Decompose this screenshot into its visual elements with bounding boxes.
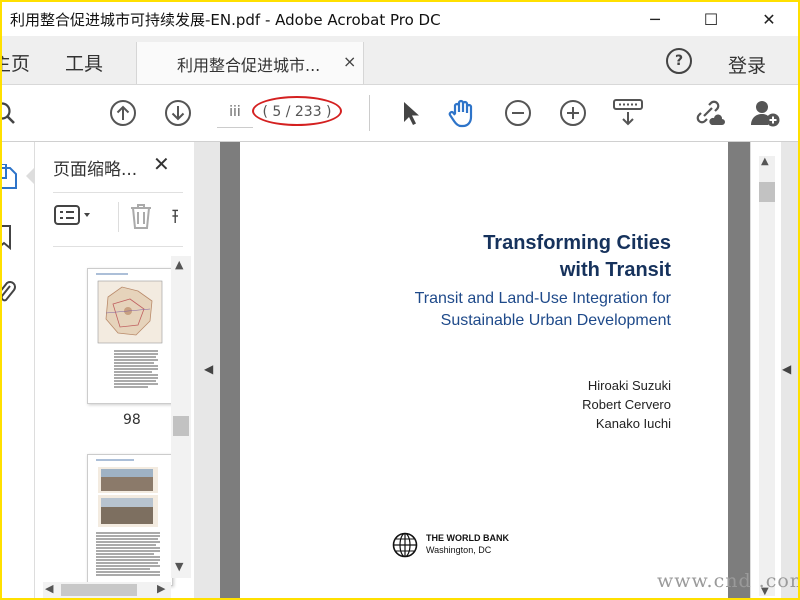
thumbnail-options-button[interactable] [53, 200, 93, 232]
zoom-out-icon [505, 100, 531, 126]
world-bank-logo [392, 532, 418, 562]
more-tools-icon [172, 209, 178, 223]
delete-pages-button[interactable] [128, 200, 154, 232]
tab-bar: 主页 工具 利用整合促进城市... × ? 登录 [2, 36, 798, 85]
collapse-left-panel-icon[interactable]: ◀ [204, 362, 213, 376]
page-count-highlight [252, 96, 342, 126]
thumbnail-panel: 页面缩略... ✕ 98 ▲ ▼ ◀ ▶ [35, 142, 193, 598]
maximize-icon: ☐ [703, 9, 719, 29]
publisher-name: THE WORLD BANK [426, 533, 509, 543]
close-tab-icon[interactable]: × [343, 52, 356, 71]
options-list-icon [54, 205, 90, 225]
select-cursor-icon [404, 102, 419, 125]
publisher-city: Washington, DC [426, 545, 492, 555]
close-icon: ✕ [762, 9, 776, 29]
window-title: 利用整合促进城市可持续发展-EN.pdf - Adobe Acrobat Pro… [10, 11, 441, 29]
horizontal-scroll-thumb[interactable] [61, 584, 137, 596]
thumbnail-page-preview [96, 459, 160, 576]
document-title-line1: Transforming Cities [483, 232, 671, 254]
zoom-in-button[interactable] [557, 97, 589, 129]
watermark: www.cnd .com [657, 570, 798, 592]
add-user-icon [751, 101, 780, 127]
thumbnail-horizontal-scrollbar[interactable]: ◀ ▶ [43, 582, 171, 598]
page-thumbnails-nav-button[interactable] [2, 163, 18, 194]
scroll-right-arrow-icon[interactable]: ▶ [157, 582, 165, 595]
zoom-in-icon [560, 100, 586, 126]
search-button[interactable] [2, 97, 20, 129]
help-icon: ? [674, 53, 684, 69]
page-thumbnail[interactable] [87, 268, 173, 404]
close-panel-icon[interactable]: ✕ [153, 152, 170, 176]
page-up-button[interactable] [107, 97, 139, 129]
tab-document[interactable]: 利用整合促进城市... × [136, 42, 364, 84]
navigation-strip [2, 142, 35, 598]
page-down-icon [165, 100, 191, 126]
toolbar-divider [369, 95, 370, 131]
thumbnail-vertical-scrollbar[interactable]: ▲ ▼ [171, 256, 191, 578]
scroll-down-arrow-icon[interactable]: ▼ [175, 560, 183, 573]
scroll-up-arrow-icon[interactable]: ▲ [175, 258, 183, 271]
bookmark-icon [2, 225, 11, 251]
toolbar: iii ( 5 / 233 ) [2, 85, 798, 142]
bookmarks-nav-button[interactable] [2, 224, 14, 254]
zoom-out-button[interactable] [502, 97, 534, 129]
minimize-button[interactable]: ─ [632, 2, 678, 36]
close-window-button[interactable]: ✕ [746, 2, 792, 36]
tab-tools[interactable]: 工具 [65, 49, 103, 76]
scroll-mode-button[interactable] [612, 97, 644, 129]
scroll-track[interactable] [759, 156, 775, 596]
document-subtitle-line2: Sustainable Urban Development [440, 312, 671, 329]
tab-home[interactable]: 主页 [2, 49, 30, 76]
document-subtitle-line1: Transit and Land-Use Integration for [414, 290, 671, 307]
document-viewer: ◀ Transforming Cities with Transit Trans… [194, 142, 798, 598]
thumbnail-page-preview [96, 273, 163, 388]
document-title-line2: with Transit [559, 259, 671, 281]
panel-divider-2 [53, 246, 183, 247]
acrobat-window: 利用整合促进城市可持续发展-EN.pdf - Adobe Acrobat Pro… [2, 2, 798, 598]
collapse-right-panel-icon[interactable]: ◀ [782, 362, 791, 376]
page-edge-left [220, 142, 240, 598]
help-button[interactable]: ? [666, 48, 692, 74]
document-vertical-scrollbar[interactable]: ▲ ▼ [750, 142, 781, 598]
document-tab-label: 利用整合促进城市... [177, 56, 321, 75]
page-down-button[interactable] [162, 97, 194, 129]
page-edge-right [728, 142, 750, 598]
panel-title: 页面缩略... [53, 160, 138, 180]
paperclip-icon [2, 281, 16, 302]
panel-tool-divider [118, 202, 119, 232]
panel-divider [53, 192, 183, 193]
page-up-icon [110, 100, 136, 126]
scroll-mode-icon [613, 99, 643, 126]
add-user-button[interactable] [750, 97, 782, 129]
thumbnail-scroll-thumb[interactable] [173, 416, 189, 436]
hand-tool-icon [448, 99, 473, 128]
maximize-button[interactable]: ☐ [688, 2, 734, 36]
document-scroll-thumb[interactable] [759, 182, 775, 202]
minimize-icon: ─ [650, 9, 660, 29]
doc-scroll-up-arrow-icon[interactable]: ▲ [761, 156, 769, 167]
scroll-left-arrow-icon[interactable]: ◀ [45, 582, 53, 595]
author-name: Robert Cervero [582, 397, 671, 412]
hand-tool-button[interactable] [446, 97, 478, 129]
search-icon [2, 102, 15, 124]
author-name: Hiroaki Suzuki [587, 378, 671, 393]
pdf-page: Transforming Cities with Transit Transit… [240, 142, 728, 598]
link-cloud-icon [696, 100, 725, 125]
active-panel-pointer [26, 168, 34, 184]
link-cloud-button[interactable] [694, 97, 726, 129]
current-page-input[interactable]: iii [217, 97, 253, 128]
more-tools-button[interactable] [171, 200, 185, 232]
attachments-nav-button[interactable] [2, 280, 16, 310]
author-name: Kanako Iuchi [595, 416, 671, 431]
page-thumbnail[interactable] [87, 454, 173, 586]
trash-icon [131, 204, 151, 229]
login-button[interactable]: 登录 [728, 51, 766, 78]
thumbnail-page-number: 98 [123, 412, 141, 428]
title-bar: 利用整合促进城市可持续发展-EN.pdf - Adobe Acrobat Pro… [2, 2, 798, 36]
select-tool-button[interactable] [394, 97, 426, 129]
pages-icon [2, 163, 17, 189]
